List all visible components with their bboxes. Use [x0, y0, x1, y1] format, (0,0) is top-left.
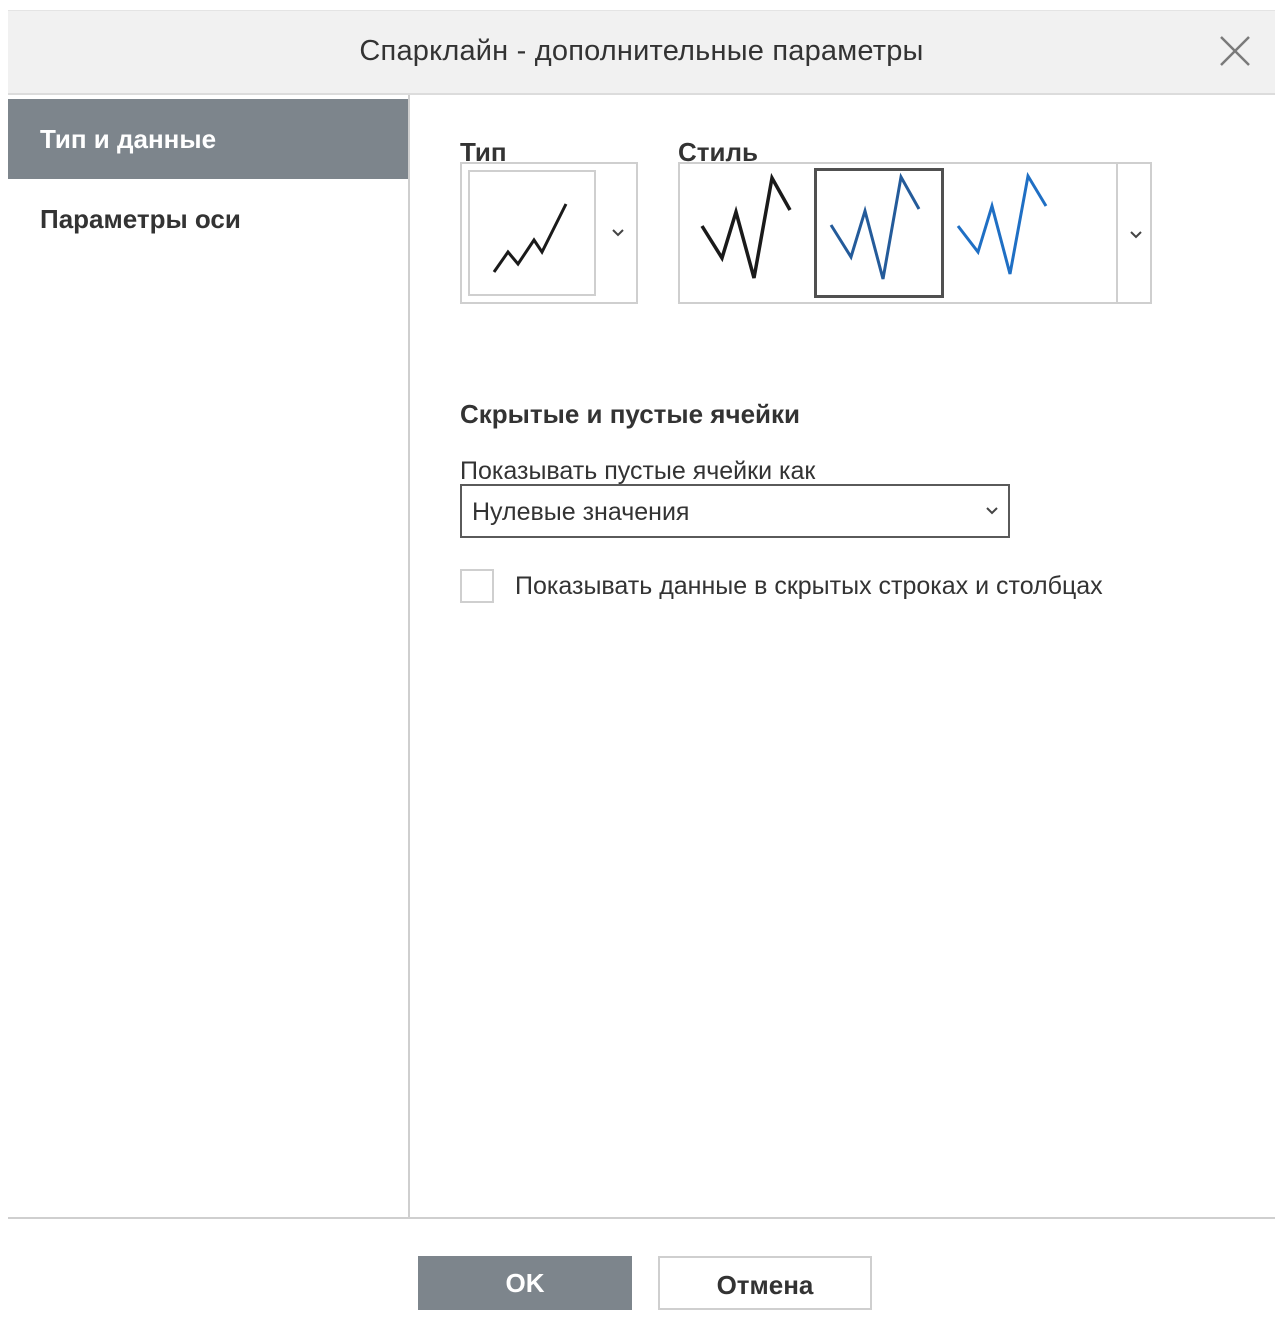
style-black-icon[interactable] — [684, 168, 814, 298]
line-sparkline-icon — [468, 170, 596, 296]
ok-button[interactable]: OK — [418, 1256, 632, 1310]
content-panel: Тип Стиль Скрытые и пустые ячейки Показы… — [410, 95, 1275, 1217]
footer-divider — [8, 1217, 1275, 1219]
hidden-cells-title: Скрытые и пустые ячейки — [460, 399, 801, 429]
close-icon[interactable] — [1217, 33, 1253, 69]
chevron-down-icon — [612, 229, 624, 237]
style-darkblue-icon[interactable] — [814, 168, 944, 298]
cancel-button[interactable]: Отмена — [658, 1256, 872, 1310]
style-divider — [1116, 164, 1118, 302]
chevron-down-icon — [986, 507, 998, 515]
show-hidden-data-checkbox[interactable] — [460, 569, 494, 603]
style-blue-icon[interactable] — [948, 168, 1078, 298]
dialog-header: Спарклайн - дополнительные параметры — [8, 10, 1275, 95]
dialog-title: Спарклайн - дополнительные параметры — [359, 35, 924, 67]
sidebar: Тип и данные Параметры оси — [8, 95, 410, 1217]
sidebar-item-type-and-data[interactable]: Тип и данные — [8, 99, 408, 179]
show-hidden-data-label[interactable]: Показывать данные в скрытых строках и ст… — [515, 572, 1103, 601]
empty-cells-label: Показывать пустые ячейки как — [460, 457, 816, 485]
chevron-down-icon[interactable] — [1128, 230, 1144, 240]
empty-cells-select[interactable]: Нулевые значения — [460, 484, 1010, 538]
sparkline-advanced-dialog: Спарклайн - дополнительные параметры Тип… — [8, 10, 1275, 1330]
style-picker[interactable] — [678, 162, 1152, 304]
empty-cells-select-value: Нулевые значения — [472, 498, 690, 526]
type-picker[interactable] — [460, 162, 638, 304]
sidebar-item-axis-options[interactable]: Параметры оси — [8, 179, 408, 259]
